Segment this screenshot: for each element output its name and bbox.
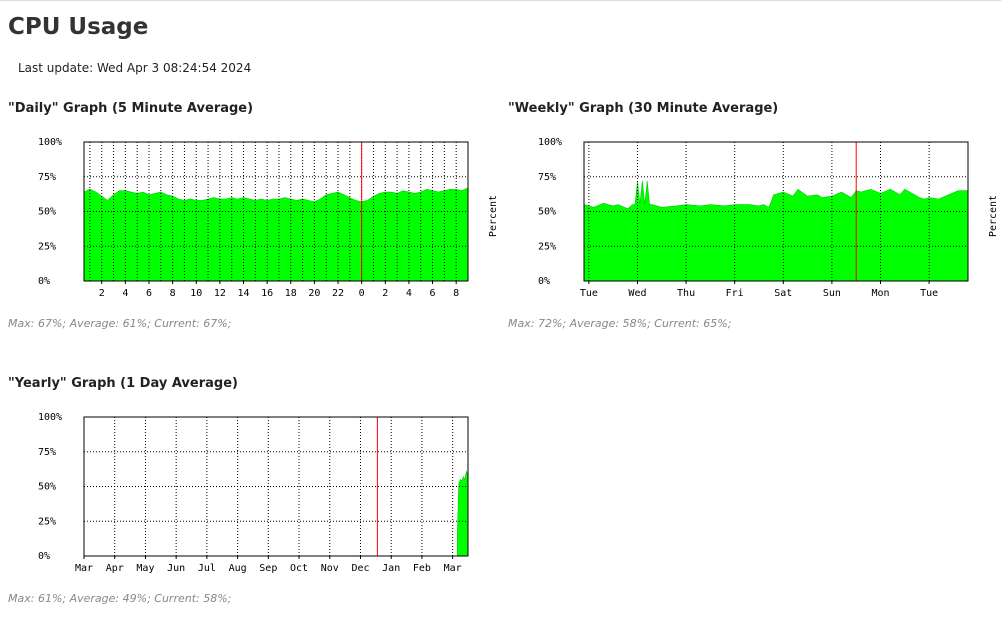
weekly-xtick-label: Sun [823,288,841,299]
yearly-graph-title: "Yearly" Graph (1 Day Average) [8,376,238,391]
weekly-xtick-label: Tue [920,288,938,299]
daily-xtick-label: 20 [308,288,320,299]
weekly-ytick-label: 50% [538,207,556,218]
yearly-ytick-label: 25% [38,516,56,527]
weekly-graph-title: "Weekly" Graph (30 Minute Average) [508,101,779,116]
weekly-xtick-label: Mon [871,288,889,299]
yearly-xtick-label: Nov [321,563,339,574]
daily-xtick-label: 18 [285,288,297,299]
weekly-xtick-label: Fri [726,288,744,299]
daily-ytick-label: 75% [38,172,56,183]
daily-xtick-label: 8 [170,288,176,299]
yearly-series-area [456,470,469,557]
weekly-xtick-label: Sat [774,288,792,299]
daily-graph: Percent 0%25%50%75%100%2 4 6 8 10 12 14 16 18 20 2… [38,137,499,299]
weekly-series-area [583,180,969,282]
weekly-ytick-label: 0% [538,276,550,287]
top-border [0,0,1001,1]
daily-xtick-label: 2 [99,288,105,299]
yearly-xtick-label: Jul [198,563,216,574]
yearly-xtick-label: Feb [413,563,431,574]
yearly-ytick-label: 0% [38,551,50,562]
daily-ytick-label: 25% [38,241,56,252]
daily-ytick-label: 100% [38,137,62,148]
daily-graph-title: "Daily" Graph (5 Minute Average) [8,101,254,116]
page-title: CPU Usage [8,14,149,40]
yearly-xtick-label: Sep [259,563,277,574]
yearly-ytick-label: 75% [38,447,56,458]
daily-ytick-label: 0% [38,276,50,287]
daily-xtick-label: 0 [359,288,365,299]
daily-xtick-label: 4 [122,288,128,299]
yearly-stats: Max: 61%; Average: 49%; Current: 58%; [8,592,232,605]
daily-ytick-label: 50% [38,207,56,218]
yearly-xtick-label: Dec [351,563,369,574]
daily-xtick-label: 4 [406,288,412,299]
yearly-xtick-label: May [136,563,154,574]
weekly-xtick-label: Wed [628,288,646,299]
weekly-ytick-label: 75% [538,172,556,183]
yearly-xtick-label: Apr [106,563,124,574]
weekly-ytick-label: 25% [538,241,556,252]
daily-xtick-label: 6 [146,288,152,299]
weekly-graph: Percent 0% 25% 50% 75% 100% Tue Wed Thu Fri Sat Su… [538,137,999,299]
weekly-xtick-label: Tue [580,288,598,299]
daily-xtick-label: 22 [332,288,344,299]
daily-xtick-label: 14 [237,288,249,299]
yearly-ytick-label: 50% [38,482,56,493]
daily-xtick-label: 8 [453,288,459,299]
weekly-stats: Max: 72%; Average: 58%; Current: 65%; [508,317,732,330]
daily-xtick-label: 16 [261,288,273,299]
yearly-graph: 0% 25% 50% 75% 100% Mar Apr May Jun Jul Aug Sep Oct N… [38,412,469,574]
weekly-xtick-label: Thu [677,288,695,299]
last-update: Last update: Wed Apr 3 08:24:54 2024 [18,61,252,75]
weekly-ytick-label: 100% [538,137,562,148]
yearly-ytick-label: 100% [38,412,62,423]
daily-xtick-label: 6 [430,288,436,299]
yearly-xtick-label: Mar [75,563,93,574]
daily-xtick-label: 12 [214,288,226,299]
yearly-xtick-label: Mar [444,563,462,574]
yearly-xtick-label: Jan [382,563,400,574]
yearly-xtick-label: Jun [167,563,185,574]
yearly-xtick-label: Oct [290,563,308,574]
daily-xtick-label: 10 [190,288,202,299]
daily-series-area [83,187,469,282]
daily-ylabel: Percent [488,195,499,237]
weekly-ylabel: Percent [988,195,999,237]
daily-stats: Max: 67%; Average: 61%; Current: 67%; [8,317,232,330]
yearly-xtick-label: Aug [229,563,247,574]
daily-xtick-label: 2 [382,288,388,299]
